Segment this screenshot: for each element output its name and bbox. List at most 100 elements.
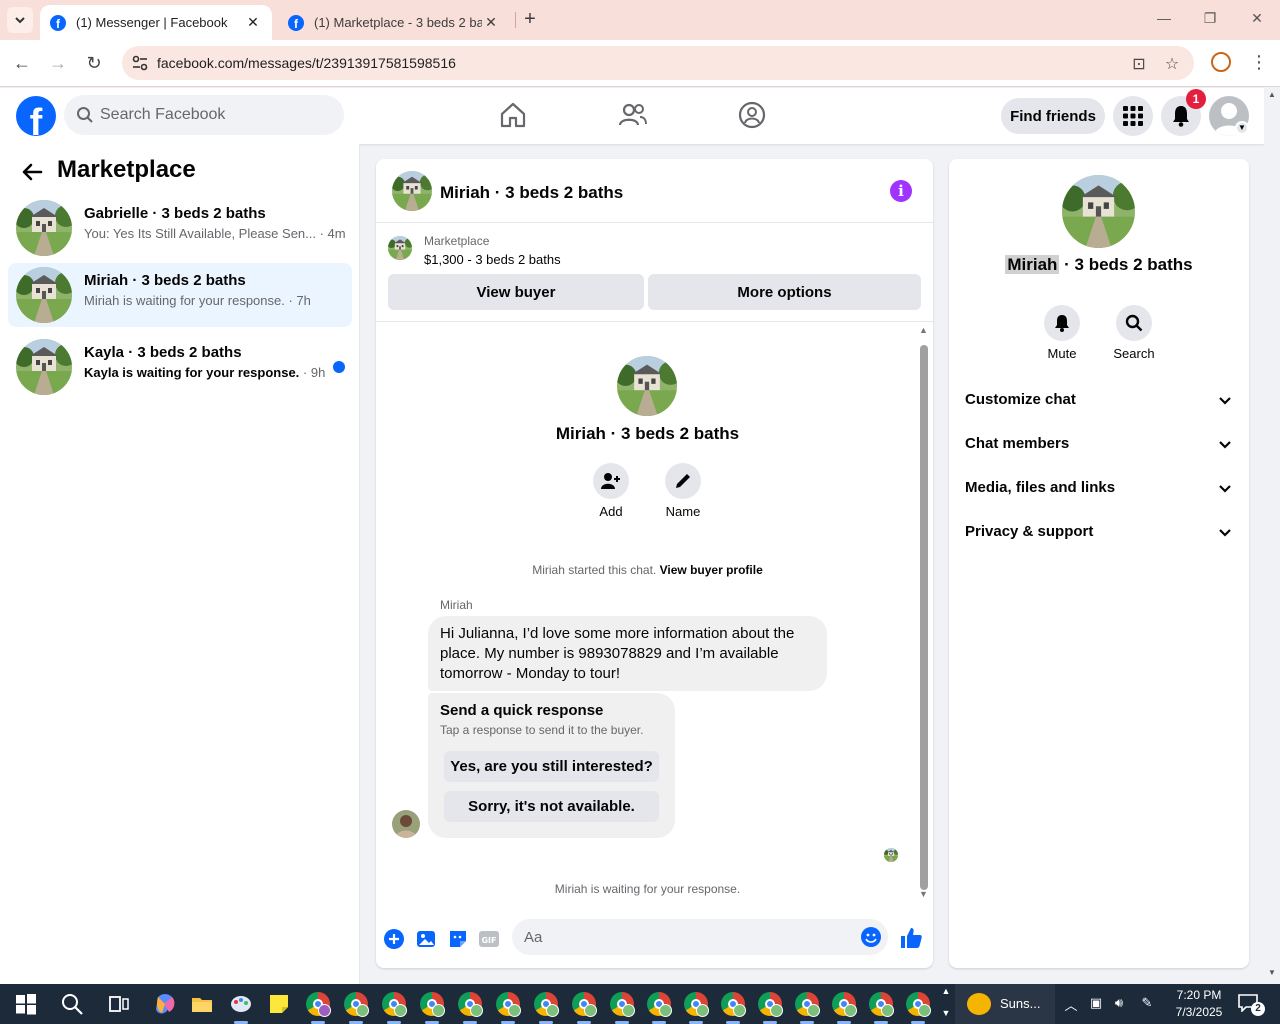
find-friends-button[interactable]: Find friends (1001, 98, 1105, 134)
listing-thumbnail[interactable] (392, 171, 432, 211)
task-view-icon[interactable] (107, 992, 131, 1016)
chevron-down-icon[interactable]: ▼ (1235, 121, 1249, 135)
install-app-icon[interactable]: ⊡ (1129, 54, 1149, 74)
chrome-profile-icon[interactable] (306, 992, 331, 1017)
back-arrow-icon[interactable] (20, 160, 44, 184)
chrome-profile-icon[interactable] (758, 992, 783, 1017)
more-options-button[interactable]: More options (648, 274, 921, 310)
friends-icon[interactable] (618, 100, 648, 130)
message-bubble[interactable]: Hi Julianna, I’d love some more informat… (428, 616, 827, 691)
chrome-profile-icon[interactable] (906, 992, 931, 1017)
search-icon (1125, 314, 1143, 332)
scroll-up-icon[interactable]: ▲ (919, 325, 928, 335)
chrome-profile-icon[interactable] (420, 992, 445, 1017)
quick-reply-button[interactable]: Sorry, it's not available. (444, 791, 659, 822)
menu-grid-button[interactable] (1113, 96, 1153, 136)
reload-button[interactable]: ↻ (83, 52, 105, 74)
chrome-profile-icon[interactable] (647, 992, 672, 1017)
chrome-profile-icon[interactable] (832, 992, 857, 1017)
view-buyer-button[interactable]: View buyer (388, 274, 644, 310)
system-clock[interactable]: 7:20 PM 7/3/2025 (1170, 987, 1228, 1021)
customize-chat-section[interactable]: Customize chat (957, 380, 1241, 420)
chrome-profile-icon[interactable] (496, 992, 521, 1017)
emoji-icon[interactable] (860, 926, 882, 948)
chrome-profile-icon[interactable] (382, 992, 407, 1017)
chat-members-section[interactable]: Chat members (957, 424, 1241, 464)
tab-messenger[interactable]: f (1) Messenger | Facebook ✕ (40, 5, 272, 40)
scroll-down-icon[interactable]: ▼ (1264, 968, 1280, 982)
browser-profile-icon[interactable] (1211, 52, 1231, 72)
tab-search-button[interactable] (7, 7, 33, 33)
address-bar[interactable]: facebook.com/messages/t/2391391758159851… (122, 46, 1194, 80)
windows-start-icon[interactable] (14, 992, 38, 1016)
search-icon[interactable] (60, 992, 84, 1016)
weather-widget[interactable]: Suns... (955, 984, 1055, 1024)
bookmark-star-icon[interactable]: ☆ (1162, 54, 1182, 74)
back-button[interactable]: ← (11, 52, 33, 74)
conversation-item[interactable]: Gabrielle · 3 beds 2 baths You: Yes Its … (8, 196, 352, 260)
volume-icon[interactable]: 🔊︎ (1110, 995, 1128, 1013)
info-icon[interactable]: i (890, 180, 912, 202)
conversation-item[interactable]: Kayla · 3 beds 2 baths Kayla is waiting … (8, 335, 352, 399)
sender-avatar[interactable] (392, 810, 420, 838)
conversation-item[interactable]: Miriah · 3 beds 2 baths Miriah is waitin… (8, 263, 352, 327)
new-tab-button[interactable]: + (520, 9, 540, 30)
notification-center-button[interactable]: 2 (1238, 994, 1265, 1016)
home-icon[interactable] (498, 100, 528, 130)
facebook-search[interactable] (64, 95, 344, 135)
forward-button[interactable]: → (47, 52, 69, 74)
file-explorer-icon[interactable] (190, 992, 214, 1016)
conversation-preview: Miriah is waiting for your response. · 7… (84, 293, 311, 308)
media-files-links-section[interactable]: Media, files and links (957, 468, 1241, 508)
close-tab-icon[interactable]: ✕ (482, 14, 500, 31)
privacy-support-section[interactable]: Privacy & support (957, 512, 1241, 552)
scroll-up-icon[interactable]: ▲ (1264, 90, 1280, 104)
message-input-wrap[interactable] (512, 919, 888, 955)
chrome-profile-icon[interactable] (344, 992, 369, 1017)
gif-icon[interactable]: GIF (478, 928, 500, 950)
search-input[interactable] (100, 95, 330, 135)
close-tab-icon[interactable]: ✕ (244, 14, 262, 31)
chrome-profile-icon[interactable] (610, 992, 635, 1017)
chrome-profile-icon[interactable] (869, 992, 894, 1017)
plus-circle-icon[interactable] (383, 928, 405, 950)
scroll-down-icon[interactable]: ▼ (919, 889, 928, 899)
chat-title[interactable]: Miriah · 3 beds 2 baths (440, 183, 623, 203)
message-input[interactable] (524, 919, 844, 955)
taskbar-scroll-up-icon[interactable]: ▲ (937, 986, 955, 1004)
chrome-profile-icon[interactable] (572, 992, 597, 1017)
copilot-icon[interactable] (153, 992, 177, 1016)
scroll-thumb[interactable] (920, 345, 928, 890)
site-settings-icon[interactable] (130, 53, 150, 73)
chrome-profile-icon[interactable] (684, 992, 709, 1017)
view-buyer-profile-link[interactable]: View buyer profile (660, 563, 763, 577)
name-chat-action[interactable]: Name (653, 463, 713, 519)
show-hidden-icons-icon[interactable]: ︿ (1062, 995, 1080, 1013)
minimize-button[interactable]: — (1154, 10, 1174, 30)
add-people-action[interactable]: Add (581, 463, 641, 519)
page-scrollbar[interactable]: ▲ ▼ (1264, 88, 1280, 984)
groups-icon[interactable] (737, 100, 767, 130)
chrome-profile-icon[interactable] (721, 992, 746, 1017)
mute-action[interactable]: Mute (1032, 305, 1092, 361)
meet-now-icon[interactable]: ▣ (1087, 995, 1105, 1013)
listing-price[interactable]: $1,300 - 3 beds 2 baths (424, 252, 561, 267)
quick-reply-button[interactable]: Yes, are you still interested? (444, 751, 659, 782)
restore-button[interactable]: ❐ (1200, 10, 1220, 30)
chrome-profile-icon[interactable] (795, 992, 820, 1017)
taskbar-scroll-down-icon[interactable]: ▼ (937, 1008, 955, 1024)
browser-menu-icon[interactable]: ⋮ (1250, 52, 1268, 74)
sticky-notes-icon[interactable] (267, 992, 291, 1016)
chrome-profile-icon[interactable] (458, 992, 483, 1017)
paint-app-icon[interactable] (229, 992, 253, 1016)
sticker-icon[interactable] (447, 928, 469, 950)
tab-marketplace[interactable]: f (1) Marketplace - 3 beds 2 bath ✕ (278, 5, 510, 40)
chat-scrollbar[interactable]: ▲ ▼ (919, 325, 929, 900)
close-window-button[interactable]: ✕ (1247, 10, 1267, 30)
pen-icon[interactable]: ✎ (1138, 995, 1156, 1013)
thumbs-up-icon[interactable] (899, 926, 923, 950)
photo-icon[interactable] (415, 928, 437, 950)
chrome-profile-icon[interactable] (534, 992, 559, 1017)
facebook-logo-icon[interactable]: f (16, 96, 56, 136)
search-action[interactable]: Search (1104, 305, 1164, 361)
